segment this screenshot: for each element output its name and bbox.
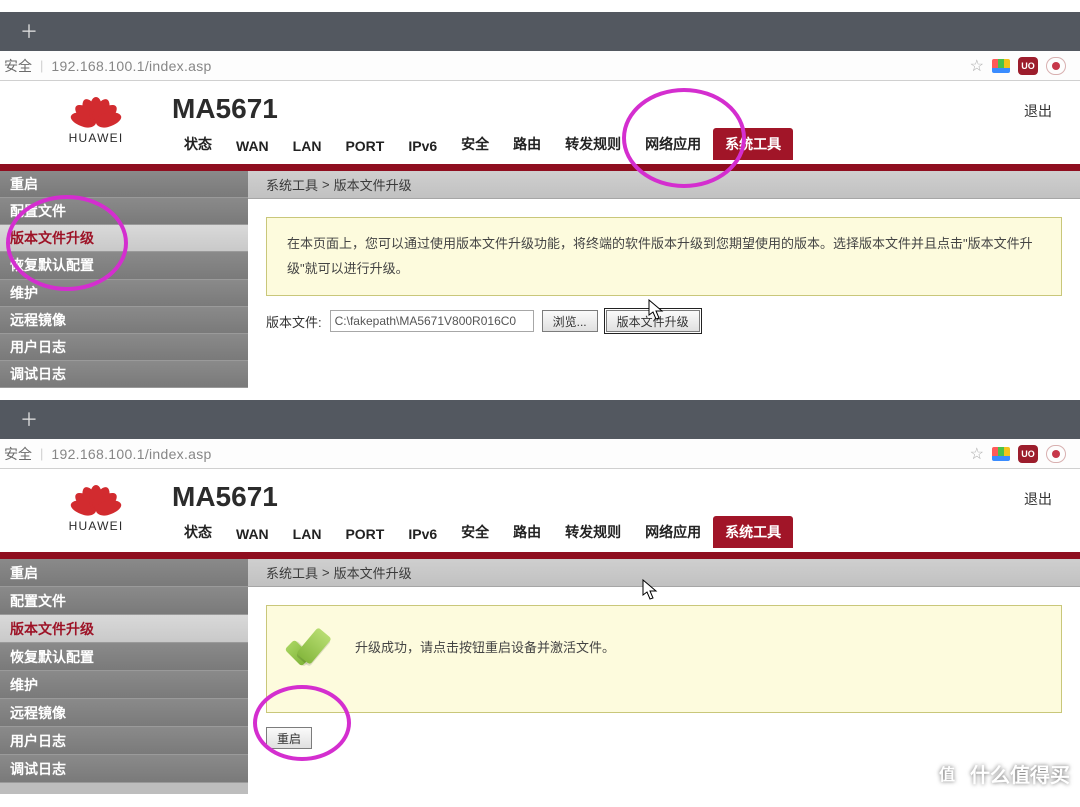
sidemenu-item-维护[interactable]: 维护 (0, 671, 248, 699)
body-area: 重启配置文件版本文件升级恢复默认配置维护远程镜像用户日志调试日志 系统工具 > … (0, 171, 1080, 388)
top-nav: 状态WANLANPORTIPv6安全路由转发规则网络应用系统工具 (172, 520, 793, 548)
topnav-item-路由[interactable]: 路由 (501, 516, 553, 548)
side-menu: 重启配置文件版本文件升级恢复默认配置维护远程镜像用户日志调试日志 (0, 559, 248, 794)
browse-button[interactable]: 浏览... (542, 310, 598, 332)
sidemenu-item-用户日志[interactable]: 用户日志 (0, 727, 248, 755)
extension-eye-icon[interactable] (1046, 57, 1066, 75)
sidemenu-item-维护[interactable]: 维护 (0, 280, 248, 307)
sidemenu-item-恢复默认配置[interactable]: 恢复默认配置 (0, 252, 248, 279)
breadcrumb: 系统工具 > 版本文件升级 (248, 559, 1080, 587)
huawei-logo: HUAWEI (32, 469, 160, 552)
panel-upgrade-success: ＋ 安全 | 192.168.100.1/index.asp ☆ UO HUAW… (0, 400, 1080, 794)
bookmark-star-icon[interactable]: ☆ (970, 56, 984, 76)
router-header: HUAWEI MA5671 退出 状态WANLANPORTIPv6安全路由转发规… (0, 469, 1080, 552)
sidemenu-item-远程镜像[interactable]: 远程镜像 (0, 307, 248, 334)
url-text[interactable]: 192.168.100.1/index.asp (51, 58, 211, 74)
extension-icon[interactable] (992, 59, 1010, 73)
info-banner: 在本页面上，您可以通过使用版本文件升级功能，将终端的软件版本升级到您期望使用的版… (266, 217, 1062, 296)
body-area: 重启配置文件版本文件升级恢复默认配置维护远程镜像用户日志调试日志 系统工具 > … (0, 559, 1080, 794)
topnav-item-网络应用[interactable]: 网络应用 (633, 128, 713, 160)
topnav-item-转发规则[interactable]: 转发规则 (553, 128, 633, 160)
topnav-item-PORT[interactable]: PORT (333, 132, 396, 160)
reboot-button[interactable]: 重启 (266, 727, 312, 749)
sidemenu-item-调试日志[interactable]: 调试日志 (0, 361, 248, 388)
bookmark-star-icon[interactable]: ☆ (970, 444, 984, 464)
topnav-item-路由[interactable]: 路由 (501, 128, 553, 160)
watermark-badge-icon: 值 (932, 758, 962, 788)
topnav-item-PORT[interactable]: PORT (333, 520, 396, 548)
breadcrumb-root[interactable]: 系统工具 (266, 175, 318, 194)
security-indicator: 安全 (0, 56, 32, 76)
extension-icon[interactable] (992, 447, 1010, 461)
new-tab-icon[interactable]: ＋ (20, 411, 38, 429)
sidemenu-item-用户日志[interactable]: 用户日志 (0, 334, 248, 361)
huawei-logo: HUAWEI (32, 81, 160, 164)
router-header: HUAWEI MA5671 退出 状态WANLANPORTIPv6安全路由转发规… (0, 81, 1080, 164)
sidemenu-item-配置文件[interactable]: 配置文件 (0, 587, 248, 615)
topnav-item-状态[interactable]: 状态 (172, 128, 224, 160)
topnav-item-系统工具[interactable]: 系统工具 (713, 128, 793, 160)
sidemenu-item-恢复默认配置[interactable]: 恢复默认配置 (0, 643, 248, 671)
upgrade-button[interactable]: 版本文件升级 (606, 310, 700, 332)
topnav-item-状态[interactable]: 状态 (172, 516, 224, 548)
topnav-item-WAN[interactable]: WAN (224, 520, 281, 548)
breadcrumb: 系统工具 > 版本文件升级 (248, 171, 1080, 199)
topnav-item-网络应用[interactable]: 网络应用 (633, 516, 713, 548)
sidemenu-item-调试日志[interactable]: 调试日志 (0, 755, 248, 783)
breadcrumb-leaf: 版本文件升级 (334, 175, 412, 194)
topnav-item-转发规则[interactable]: 转发规则 (553, 516, 633, 548)
topnav-item-IPv6[interactable]: IPv6 (396, 132, 449, 160)
side-menu: 重启配置文件版本文件升级恢复默认配置维护远程镜像用户日志调试日志 (0, 171, 248, 388)
check-icon (287, 631, 327, 665)
sidemenu-item-重启[interactable]: 重启 (0, 171, 248, 198)
topnav-item-LAN[interactable]: LAN (281, 132, 334, 160)
browser-addressbar: 安全 | 192.168.100.1/index.asp ☆ UO (0, 439, 1080, 469)
breadcrumb-leaf: 版本文件升级 (334, 563, 412, 582)
content-area: 系统工具 > 版本文件升级 在本页面上，您可以通过使用版本文件升级功能，将终端的… (248, 171, 1080, 388)
file-path-input[interactable] (330, 310, 534, 332)
brand-text: HUAWEI (69, 131, 124, 145)
ublock-icon[interactable]: UO (1018, 445, 1038, 463)
top-nav: 状态WANLANPORTIPv6安全路由转发规则网络应用系统工具 (172, 132, 793, 160)
topnav-item-安全[interactable]: 安全 (449, 516, 501, 548)
url-text[interactable]: 192.168.100.1/index.asp (51, 446, 211, 462)
browser-tabstrip: ＋ (0, 12, 1080, 51)
sidemenu-item-远程镜像[interactable]: 远程镜像 (0, 699, 248, 727)
watermark: 值 什么值得买 (932, 758, 1070, 788)
browser-addressbar: 安全 | 192.168.100.1/index.asp ☆ UO (0, 51, 1080, 81)
success-banner: 升级成功，请点击按钮重启设备并激活文件。 (266, 605, 1062, 713)
topnav-item-WAN[interactable]: WAN (224, 132, 281, 160)
breadcrumb-root[interactable]: 系统工具 (266, 563, 318, 582)
topnav-item-IPv6[interactable]: IPv6 (396, 520, 449, 548)
upgrade-form-row: 版本文件: 浏览... 版本文件升级 (266, 310, 1062, 332)
sidemenu-item-重启[interactable]: 重启 (0, 559, 248, 587)
extension-eye-icon[interactable] (1046, 445, 1066, 463)
logout-link[interactable]: 退出 (1024, 101, 1052, 121)
topnav-item-LAN[interactable]: LAN (281, 520, 334, 548)
success-message: 升级成功，请点击按钮重启设备并激活文件。 (355, 618, 615, 678)
ublock-icon[interactable]: UO (1018, 57, 1038, 75)
logout-link[interactable]: 退出 (1024, 489, 1052, 509)
sidemenu-item-版本文件升级[interactable]: 版本文件升级 (0, 225, 248, 252)
topnav-item-安全[interactable]: 安全 (449, 128, 501, 160)
topnav-item-系统工具[interactable]: 系统工具 (713, 516, 793, 548)
file-label: 版本文件: (266, 312, 322, 331)
new-tab-icon[interactable]: ＋ (20, 23, 38, 41)
browser-tabstrip: ＋ (0, 400, 1080, 439)
sidemenu-item-版本文件升级[interactable]: 版本文件升级 (0, 615, 248, 643)
brand-text: HUAWEI (69, 519, 124, 533)
panel-upgrade-form: ＋ 安全 | 192.168.100.1/index.asp ☆ UO HUAW… (0, 0, 1080, 388)
sidemenu-item-配置文件[interactable]: 配置文件 (0, 198, 248, 225)
security-indicator: 安全 (0, 444, 32, 464)
watermark-text: 什么值得买 (970, 759, 1070, 788)
